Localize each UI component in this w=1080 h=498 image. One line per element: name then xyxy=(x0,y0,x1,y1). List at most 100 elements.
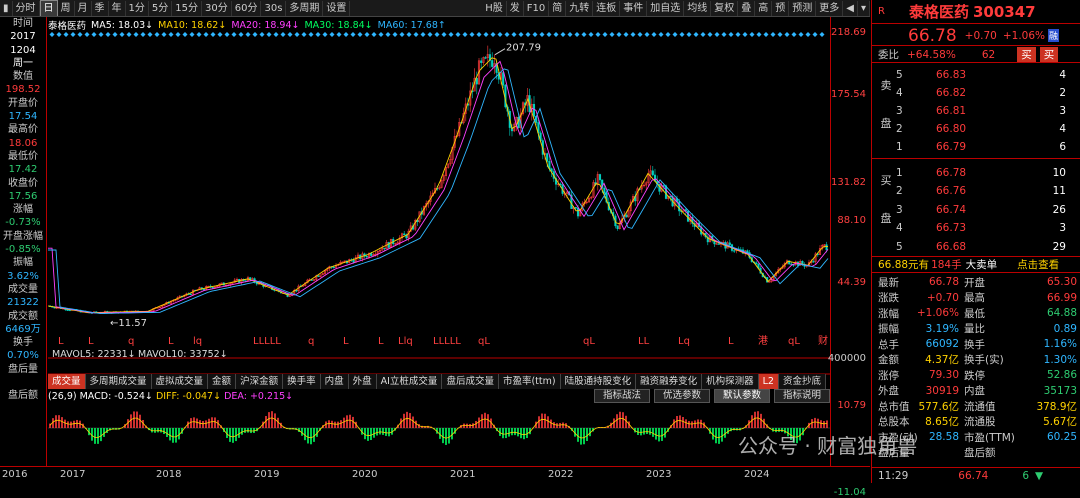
ma30-label[interactable]: MA30: 18.84↓ xyxy=(304,20,372,31)
tool-button[interactable]: F10 xyxy=(524,0,550,16)
macd-option-button[interactable]: 指标说明 xyxy=(773,389,830,403)
ma20-label[interactable]: MA20: 18.94↓ xyxy=(231,20,299,31)
menu-icon[interactable]: ▮ xyxy=(0,0,13,16)
indicator-tab[interactable]: 资金抄底 xyxy=(778,374,826,389)
macd-option-button[interactable]: 默认参数 xyxy=(713,389,770,403)
indicator-tab[interactable]: 成交量 xyxy=(48,374,86,389)
indicator-tab[interactable]: 陆股通持股变化 xyxy=(560,374,637,389)
tool-button[interactable]: 预测 xyxy=(789,0,817,16)
signal-marker: Llq xyxy=(398,336,413,347)
ma60-label[interactable]: MA60: 17.68↑ xyxy=(378,20,446,31)
period-button[interactable]: 30s xyxy=(261,0,287,16)
signal-diamond-icon xyxy=(420,32,426,37)
candle-body xyxy=(755,262,758,265)
tool-button[interactable]: 高 xyxy=(755,0,773,16)
bid-price[interactable]: 66.74 xyxy=(936,204,1016,216)
market-tag: R xyxy=(878,6,885,17)
ask-price[interactable]: 66.83 xyxy=(936,69,1016,81)
period-button[interactable]: 分时 xyxy=(13,0,40,16)
stat-value: 65.30 xyxy=(1046,276,1077,289)
bid-row: 1 66.78 10 xyxy=(896,164,1080,181)
candle-body xyxy=(317,275,320,277)
indicator-tab[interactable]: 融资融券变化 xyxy=(636,374,703,389)
tool-button[interactable]: 事件 xyxy=(620,0,648,16)
ask-price[interactable]: 66.82 xyxy=(936,87,1016,99)
tool-button[interactable]: 复权 xyxy=(711,0,739,16)
tool-button[interactable]: 九转 xyxy=(566,0,594,16)
signal-diamond-icon xyxy=(637,32,643,37)
tool-button[interactable]: 连板 xyxy=(593,0,621,16)
bid-price[interactable]: 66.73 xyxy=(936,222,1016,234)
macd-option-button[interactable]: 指标战法 xyxy=(593,389,650,403)
indicator-tab[interactable]: 金额 xyxy=(208,374,237,389)
tool-button[interactable]: 更多 xyxy=(816,0,844,16)
period-button[interactable]: 1分 xyxy=(126,0,149,16)
tool-button[interactable]: 发 xyxy=(507,0,524,16)
signal-diamond-icon xyxy=(658,32,664,37)
indicator-tab[interactable]: 外盘 xyxy=(348,374,377,389)
signal-diamond-icon xyxy=(238,32,244,37)
period-button[interactable]: 60分 xyxy=(232,0,262,16)
indicator-tab[interactable]: AI立桩成交量 xyxy=(376,374,443,389)
stat-label: 最新 xyxy=(878,276,899,289)
indicator-tab[interactable]: 机构探测器 xyxy=(702,374,759,389)
ma5-label[interactable]: MA5: 18.03↓ xyxy=(91,20,153,31)
period-button[interactable]: 15分 xyxy=(172,0,202,16)
info-label: 时间 xyxy=(13,18,33,29)
signal-diamond-icon xyxy=(665,32,671,37)
ask-price[interactable]: 66.79 xyxy=(936,141,1016,153)
period-button[interactable]: 5分 xyxy=(149,0,173,16)
tool-button[interactable]: 加自选 xyxy=(647,0,685,16)
indicator-tab[interactable]: 市盈率(ttm) xyxy=(498,374,561,389)
signal-diamond-icon xyxy=(385,32,391,37)
macd-option-button[interactable]: 优选参数 xyxy=(653,389,710,403)
candle-body xyxy=(502,72,505,86)
period-button[interactable]: 年 xyxy=(109,0,126,16)
indicator-tab[interactable]: 换手率 xyxy=(283,374,321,389)
signal-diamond-icon xyxy=(490,32,496,37)
info-label: 最高价 xyxy=(8,124,38,136)
info-value: 17.54 xyxy=(8,111,38,123)
signal-diamond-icon xyxy=(287,32,293,37)
tool-button[interactable]: 预 xyxy=(772,0,790,16)
bid-price[interactable]: 66.78 xyxy=(936,167,1016,179)
indicator-tab[interactable]: 多周期成交量 xyxy=(85,374,152,389)
signal-diamond-icon xyxy=(721,32,727,37)
period-button[interactable]: 设置 xyxy=(323,0,351,16)
sell-button[interactable]: 买 xyxy=(1039,47,1059,62)
period-button[interactable]: 月 xyxy=(75,0,92,16)
indicator-tab[interactable]: 内盘 xyxy=(320,374,349,389)
period-button[interactable]: 季 xyxy=(92,0,109,16)
tool-button[interactable]: 简 xyxy=(549,0,567,16)
period-button[interactable]: 30分 xyxy=(202,0,232,16)
tool-button[interactable]: 均线 xyxy=(684,0,712,16)
indicator-tab[interactable]: 沪深金额 xyxy=(236,374,284,389)
period-button[interactable]: 日 xyxy=(39,0,58,16)
tool-button[interactable]: H股 xyxy=(482,0,507,16)
dropdown-icon[interactable]: ▾ xyxy=(858,0,870,16)
bid-volume: 10 xyxy=(1052,166,1066,179)
period-button[interactable]: 周 xyxy=(58,0,75,16)
candle-body xyxy=(189,293,192,295)
bid-price[interactable]: 66.76 xyxy=(936,185,1016,197)
bid-price[interactable]: 66.68 xyxy=(936,241,1016,253)
indicator-tab[interactable]: 盘后成交量 xyxy=(442,374,499,389)
ask-price[interactable]: 66.81 xyxy=(936,105,1016,117)
signal-diamond-icon xyxy=(140,32,146,37)
signal-diamond-icon xyxy=(413,32,419,37)
signal-diamond-icon xyxy=(546,32,552,37)
indicator-tab[interactable]: 虚拟成交量 xyxy=(151,374,209,389)
signal-diamond-icon xyxy=(49,32,55,37)
ask-price[interactable]: 66.80 xyxy=(936,123,1016,135)
info-value: 21322 xyxy=(7,297,39,309)
signal-diamond-icon xyxy=(91,32,97,37)
buy-button[interactable]: 买 xyxy=(1017,47,1036,62)
signal-marker: LLLLL xyxy=(253,336,281,347)
period-button[interactable]: 多周期 xyxy=(286,0,324,16)
speaker-icon[interactable]: ◀ xyxy=(843,0,858,16)
indicator-tab[interactable]: L2 xyxy=(758,374,779,389)
tool-button[interactable]: 叠 xyxy=(738,0,756,16)
stat-value: 4.37亿 xyxy=(925,354,959,367)
view-detail-link[interactable]: 点击查看 xyxy=(1017,257,1059,272)
ma10-label[interactable]: MA10: 18.62↓ xyxy=(158,20,226,31)
